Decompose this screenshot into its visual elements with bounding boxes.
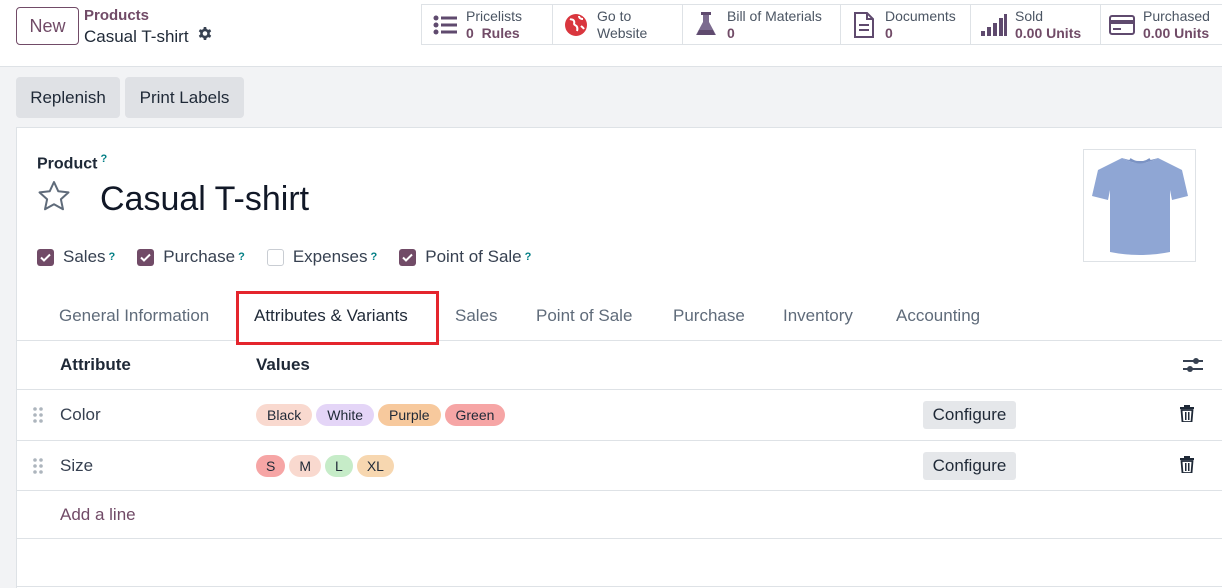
document-icon bbox=[851, 11, 877, 38]
purchased-value: 0.00 Units bbox=[1143, 24, 1210, 41]
add-line-row: Add a line bbox=[17, 491, 1222, 539]
tab-general-information[interactable]: General Information bbox=[59, 306, 209, 326]
add-a-line-link[interactable]: Add a line bbox=[60, 505, 136, 525]
help-tooltip[interactable]: ? bbox=[238, 251, 245, 263]
replenish-button[interactable]: Replenish bbox=[16, 77, 120, 118]
attribute-values[interactable]: S M L XL bbox=[256, 455, 398, 477]
sold-label: Sold bbox=[1015, 7, 1044, 24]
go-to-website-button[interactable]: Go to Website bbox=[552, 5, 682, 44]
smart-buttons: Pricelists 0 Rules Go to Website Bill of M… bbox=[421, 4, 1222, 45]
value-tag: M bbox=[289, 455, 322, 477]
print-labels-button[interactable]: Print Labels bbox=[125, 77, 244, 118]
pricelists-label: Pricelists bbox=[466, 7, 523, 24]
product-image[interactable] bbox=[1083, 149, 1196, 262]
trash-icon[interactable] bbox=[1180, 405, 1194, 427]
product-type-checkboxes: Sales? Purchase? Expenses? Point of Sale… bbox=[37, 247, 553, 267]
table-row[interactable]: Color Black White Purple Green Configure bbox=[17, 390, 1222, 441]
help-tooltip[interactable]: ? bbox=[109, 251, 116, 263]
checkbox-unchecked-icon bbox=[266, 248, 284, 266]
configure-button[interactable]: Configure bbox=[923, 401, 1016, 429]
product-label: Product? bbox=[37, 153, 107, 173]
help-tooltip[interactable]: ? bbox=[525, 251, 532, 263]
pricelists-value: 0 Rules bbox=[466, 24, 520, 41]
globe-icon bbox=[563, 12, 589, 38]
bar-chart-icon bbox=[981, 12, 1007, 38]
optional-columns-icon[interactable] bbox=[1183, 356, 1203, 379]
bom-value: 0 bbox=[727, 24, 735, 41]
attribute-values[interactable]: Black White Purple Green bbox=[256, 404, 509, 426]
tab-point-of-sale[interactable]: Point of Sale bbox=[536, 306, 632, 326]
value-tag: White bbox=[316, 404, 375, 426]
pricelists-button[interactable]: Pricelists 0 Rules bbox=[421, 5, 552, 44]
empty-row bbox=[17, 539, 1222, 587]
help-tooltip[interactable]: ? bbox=[371, 251, 378, 263]
product-name-field[interactable]: Casual T-shirt bbox=[100, 180, 309, 219]
column-header-attribute[interactable]: Attribute bbox=[60, 355, 131, 375]
new-button[interactable]: New bbox=[16, 7, 79, 45]
sold-button[interactable]: Sold 0.00 Units bbox=[970, 5, 1100, 44]
value-tag: XL bbox=[356, 455, 394, 477]
table-row[interactable]: Size S M L XL Configure bbox=[17, 441, 1222, 491]
bom-label: Bill of Materials bbox=[727, 7, 822, 24]
sales-checkbox-label: Sales bbox=[63, 247, 106, 266]
bill-of-materials-button[interactable]: Bill of Materials 0 bbox=[682, 5, 840, 44]
value-tag: Purple bbox=[378, 404, 441, 426]
product-label-text: Product bbox=[37, 155, 98, 173]
checkbox-checked-icon bbox=[399, 248, 417, 266]
checkbox-checked-icon bbox=[137, 248, 155, 266]
checkbox-checked-icon bbox=[37, 248, 54, 266]
expenses-checkbox-label: Expenses bbox=[292, 247, 368, 266]
tab-attributes-variants[interactable]: Attributes & Variants bbox=[254, 306, 408, 326]
point-of-sale-checkbox[interactable]: Point of Sale? bbox=[399, 247, 531, 267]
purchased-button[interactable]: Purchased 0.00 Units bbox=[1100, 5, 1222, 44]
product-form-sheet: Product? Casual T-shirt Sales? Purchase?… bbox=[16, 127, 1222, 588]
trash-icon[interactable] bbox=[1180, 456, 1194, 478]
breadcrumb-parent-link[interactable]: Products bbox=[84, 7, 149, 24]
credit-card-icon bbox=[1109, 12, 1135, 38]
tab-inventory[interactable]: Inventory bbox=[783, 306, 853, 326]
column-header-values[interactable]: Values bbox=[256, 355, 310, 375]
sold-value: 0.00 Units bbox=[1015, 24, 1082, 41]
point-of-sale-checkbox-label: Point of Sale bbox=[425, 247, 522, 266]
drag-handle-icon[interactable] bbox=[33, 457, 43, 480]
breadcrumb-current: Casual T-shirt bbox=[84, 26, 213, 47]
purchased-label: Purchased bbox=[1143, 7, 1210, 24]
tab-sales[interactable]: Sales bbox=[455, 306, 498, 326]
value-tag: S bbox=[256, 455, 286, 477]
gear-icon[interactable] bbox=[197, 26, 213, 47]
control-panel: New Products Casual T-shirt Pricelists 0 … bbox=[0, 0, 1222, 67]
table-header: Attribute Values bbox=[17, 341, 1222, 390]
favorite-star-icon[interactable] bbox=[37, 180, 71, 217]
website-label-1: Go to bbox=[597, 7, 632, 24]
flask-icon bbox=[693, 11, 719, 38]
website-label-2: Website bbox=[597, 24, 648, 41]
value-tag: Green bbox=[444, 404, 506, 426]
breadcrumb-current-label: Casual T-shirt bbox=[84, 26, 189, 46]
attribute-name[interactable]: Size bbox=[60, 456, 93, 476]
documents-button[interactable]: Documents 0 bbox=[840, 5, 970, 44]
documents-label: Documents bbox=[885, 7, 956, 24]
help-tooltip[interactable]: ? bbox=[100, 153, 107, 165]
value-tag: L bbox=[325, 455, 353, 477]
purchase-checkbox[interactable]: Purchase? bbox=[137, 247, 245, 267]
tab-purchase[interactable]: Purchase bbox=[673, 306, 745, 326]
drag-handle-icon[interactable] bbox=[33, 406, 43, 429]
list-icon bbox=[432, 12, 458, 38]
sales-checkbox[interactable]: Sales? bbox=[37, 247, 115, 267]
documents-value: 0 bbox=[885, 24, 893, 41]
expenses-checkbox[interactable]: Expenses? bbox=[266, 247, 378, 267]
attribute-name[interactable]: Color bbox=[60, 405, 101, 425]
configure-button[interactable]: Configure bbox=[923, 452, 1016, 480]
purchase-checkbox-label: Purchase bbox=[163, 247, 236, 266]
t-shirt-image bbox=[1091, 157, 1188, 255]
tab-accounting[interactable]: Accounting bbox=[896, 306, 980, 326]
value-tag: Black bbox=[256, 404, 313, 426]
